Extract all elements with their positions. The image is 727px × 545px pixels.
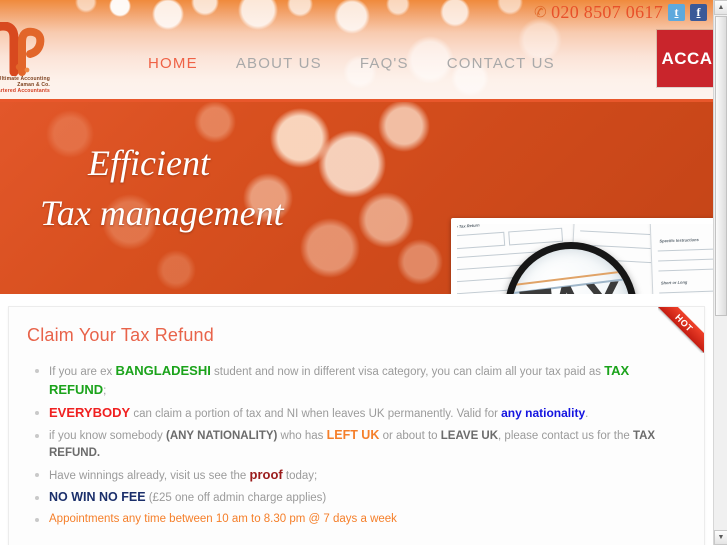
claim-text-fragment: LEAVE UK	[440, 430, 499, 442]
claim-text-fragment: proof	[249, 467, 283, 482]
claims-list: If you are ex BANGLADESHI student and no…	[33, 362, 688, 528]
scroll-up-button[interactable]: ▲	[714, 0, 727, 15]
tax-refund-panel: HOT Claim Your Tax Refund If you are ex …	[8, 306, 705, 545]
claim-item: NO WIN NO FEE (£25 one off admin charge …	[33, 489, 688, 507]
nav-item-contact-us[interactable]: CONTACT US	[447, 55, 555, 72]
claim-text-fragment: NO WIN NO FEE	[49, 490, 146, 504]
hero-line-2: Tax management	[40, 193, 284, 233]
claim-text-fragment: LEFT UK	[326, 428, 380, 442]
magnifier-word: TAX	[518, 269, 625, 294]
claim-text-fragment: if you know somebody	[49, 430, 166, 442]
claim-item: If you are ex BANGLADESHI student and no…	[33, 362, 688, 400]
claim-text-fragment: If you are ex	[49, 366, 116, 378]
vertical-scrollbar[interactable]: ▲ ▼	[713, 0, 727, 545]
claim-text-fragment: or about to	[379, 430, 441, 442]
logo-line-3: Chartered Accountants	[0, 88, 50, 94]
hero-line-1: Efficient	[88, 143, 210, 183]
facebook-icon[interactable]: f	[690, 4, 707, 21]
claim-text-fragment: , please contact us for the	[498, 430, 633, 442]
logo-text: Ultimate Accounting Zaman & Co. Chartere…	[0, 76, 50, 94]
main-content: HOT Claim Your Tax Refund If you are ex …	[0, 306, 713, 545]
claim-text-fragment: who has	[277, 430, 327, 442]
claim-item: EVERYBODY can claim a portion of tax and…	[33, 404, 688, 423]
nav-item-faqs[interactable]: FAQ'S	[360, 55, 409, 72]
contact-row: ✆ 020 8507 0617 t f	[532, 2, 707, 23]
phone-number: 020 8507 0617	[551, 2, 663, 22]
nav-item-home[interactable]: HOME	[148, 55, 198, 72]
hot-ribbon: HOT	[658, 307, 704, 353]
phone-icon: ✆	[532, 3, 548, 22]
nav-item-about-us[interactable]: ABOUT US	[236, 55, 322, 72]
claim-item: Appointments any time between 10 am to 8…	[33, 511, 688, 528]
acca-badge: ACCA	[657, 30, 713, 87]
claim-text-fragment: can claim a portion of tax and NI when l…	[130, 408, 502, 420]
page-root: ✆ 020 8507 0617 t f Ultimate Accounting …	[0, 0, 713, 545]
hero-image-tax-forms: Income Tax Return Specific Instructions …	[451, 218, 713, 294]
claim-text-fragment: BANGLADESHI	[115, 363, 211, 378]
twitter-icon[interactable]: t	[668, 4, 685, 21]
claim-item: if you know somebody (ANY NATIONALITY) w…	[33, 427, 688, 462]
hero-banner: Efficient Tax management Income Tax Retu…	[0, 102, 713, 294]
site-logo[interactable]: Ultimate Accounting Zaman & Co. Chartere…	[0, 22, 50, 96]
scrollbar-thumb[interactable]	[715, 16, 727, 316]
claim-text-fragment: Have winnings already, visit us see the	[49, 470, 250, 482]
hot-ribbon-label: HOT	[658, 307, 704, 353]
claim-text-fragment: (£25 one off admin charge applies)	[145, 492, 327, 504]
claim-text-fragment: (ANY NATIONALITY)	[165, 430, 278, 442]
hero-heading: Efficient Tax management	[40, 138, 418, 238]
logo-mark-icon	[0, 22, 45, 76]
claim-text-fragment: today;	[282, 470, 318, 482]
claim-text-fragment: student and now in different visa catego…	[210, 366, 605, 378]
form-heading-1: Specific Instructions	[659, 237, 699, 244]
claim-text-fragment: ;	[103, 385, 107, 397]
claim-text-fragment: .	[585, 408, 589, 420]
claim-text-fragment: any nationality	[501, 406, 586, 420]
page-title: Claim Your Tax Refund	[27, 325, 214, 345]
form-heading-2: Short or Long	[660, 279, 688, 286]
scroll-down-button[interactable]: ▼	[714, 530, 727, 545]
claim-text-fragment: EVERYBODY	[49, 405, 131, 420]
claim-item: Have winnings already, visit us see the …	[33, 466, 688, 485]
site-header: ✆ 020 8507 0617 t f Ultimate Accounting …	[0, 0, 713, 102]
main-navigation: HOME ABOUT US FAQ'S CONTACT US	[148, 55, 555, 72]
form-heading-0: Income Tax Return	[451, 222, 480, 230]
claim-text-fragment: Appointments any time between 10 am to 8…	[49, 513, 397, 525]
form-page-right: Specific Instructions Short or Long Shar…	[649, 224, 713, 294]
